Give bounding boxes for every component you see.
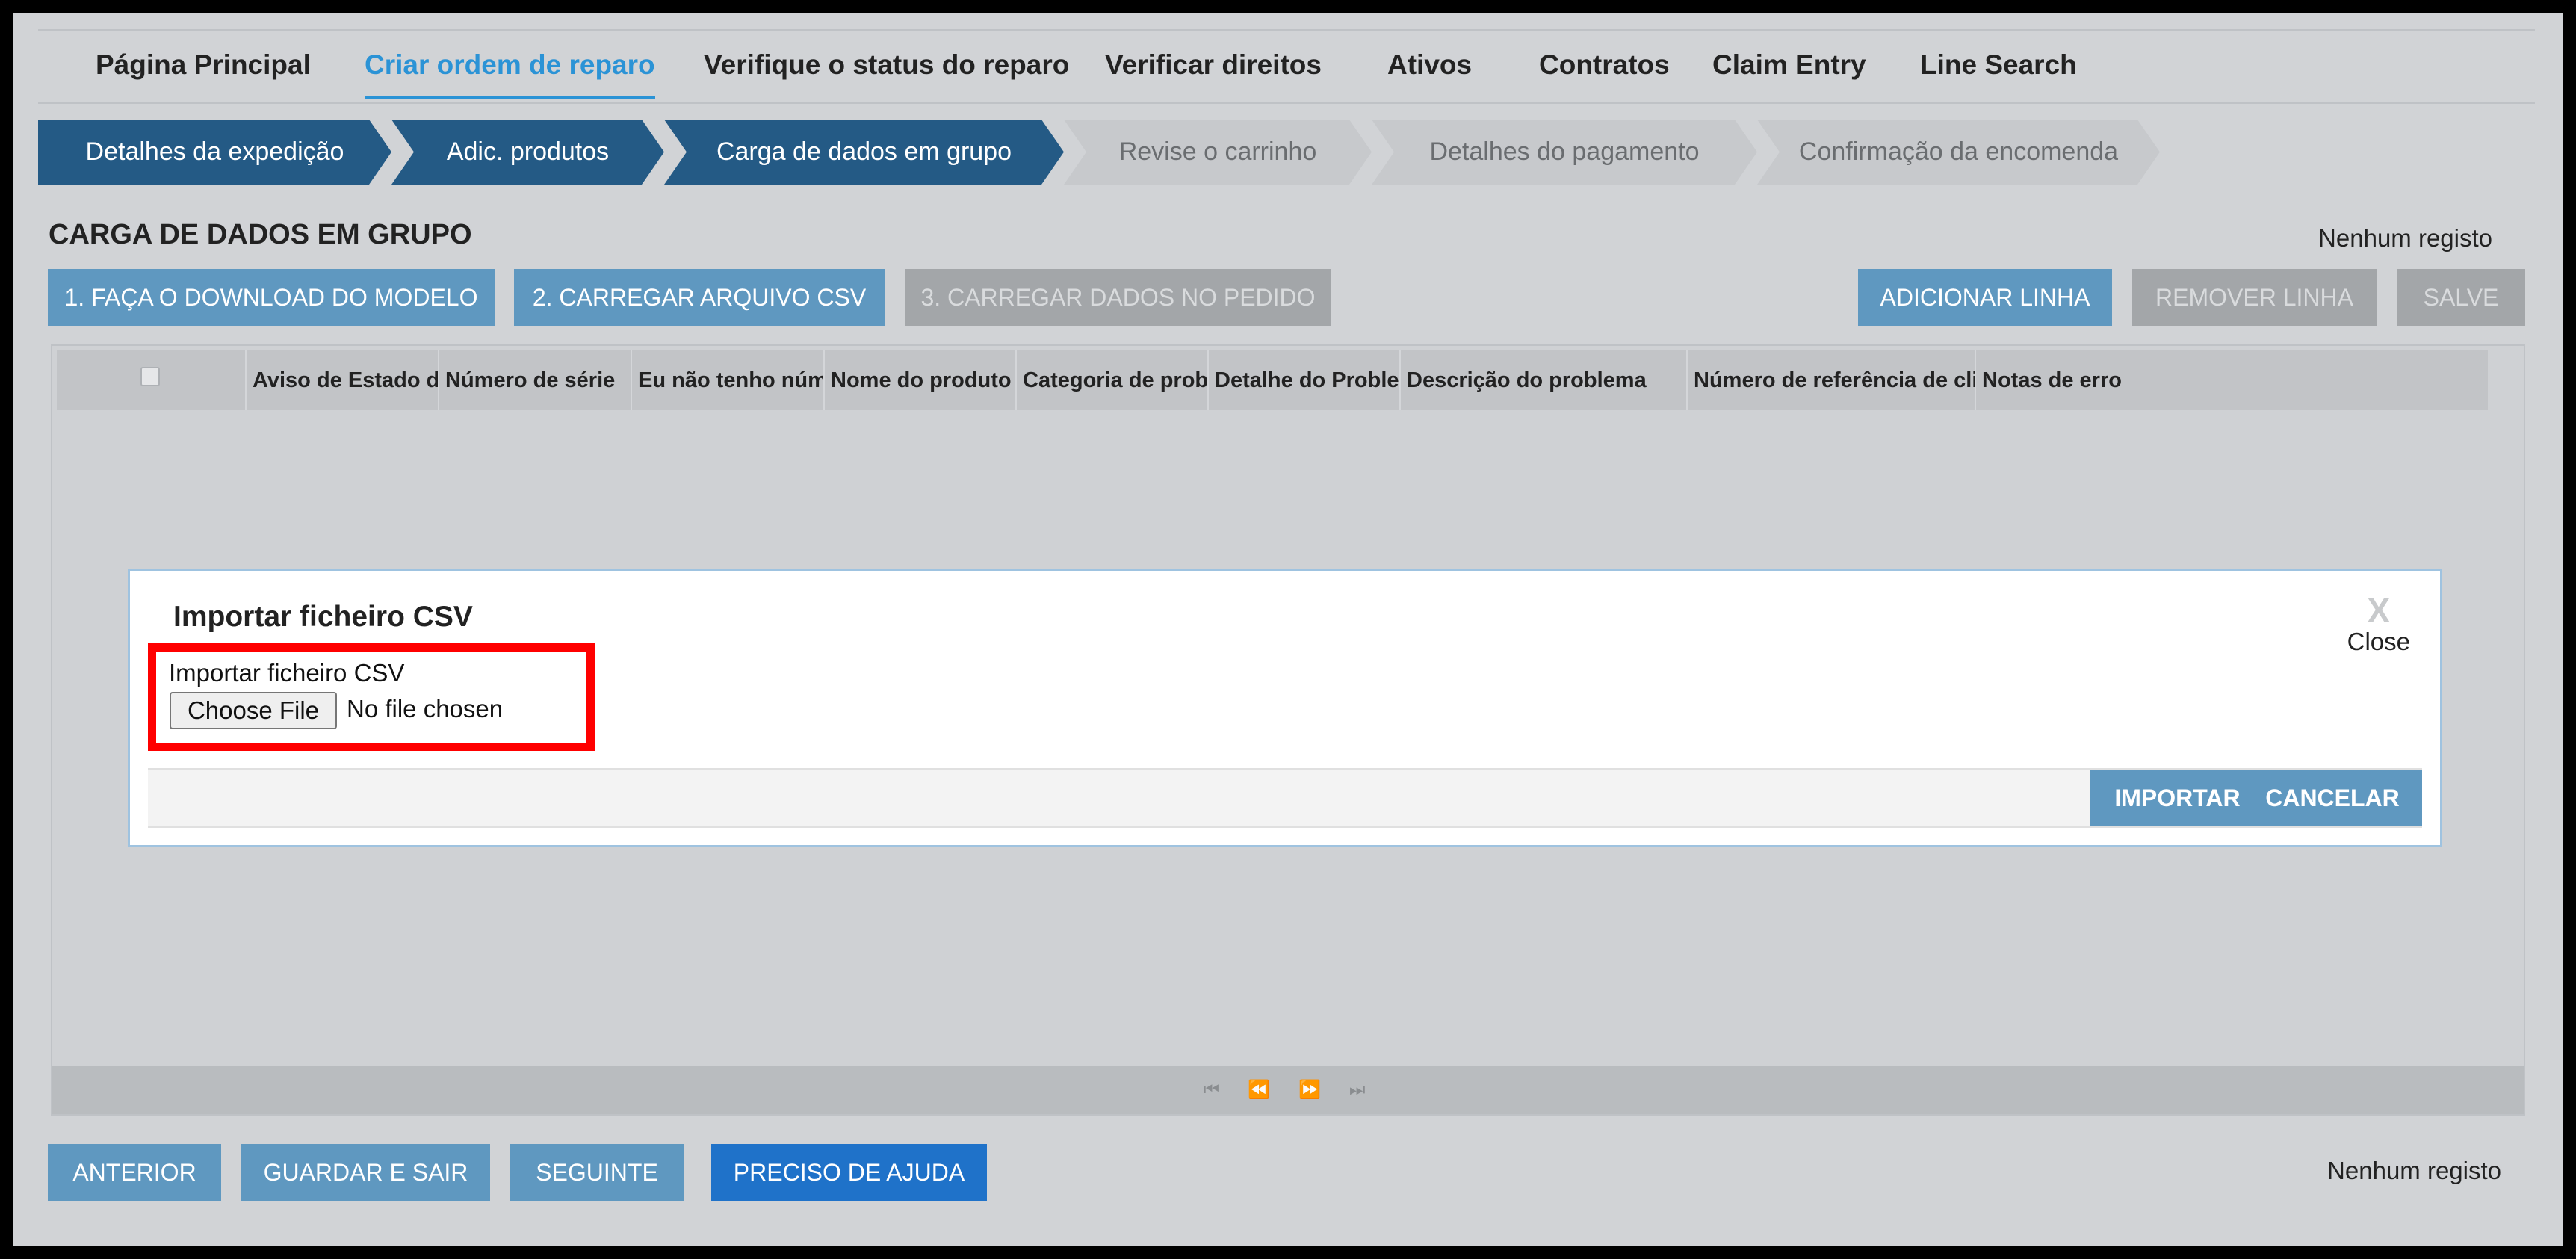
step-shipping-details[interactable]: Detalhes da expedição <box>38 120 391 185</box>
save-and-exit-button[interactable]: GUARDAR E SAIR <box>241 1144 490 1201</box>
load-data-button[interactable]: 3. CARREGAR DADOS NO PEDIDO <box>905 269 1331 326</box>
import-csv-dialog: Importar ficheiro CSV X Close Importar f… <box>128 569 2442 847</box>
last-page-icon[interactable]: ⏭ <box>1339 1080 1384 1100</box>
select-all-column <box>57 350 247 410</box>
column-header[interactable]: Número de referência de clie <box>1688 350 1976 410</box>
close-button[interactable]: X Close <box>2347 593 2410 656</box>
file-field-label: Importar ficheiro CSV <box>169 659 405 687</box>
upload-csv-button[interactable]: 2. CARREGAR ARQUIVO CSV <box>514 269 885 326</box>
prev-page-icon[interactable]: ⏪ <box>1237 1080 1288 1100</box>
close-icon[interactable]: X <box>2347 593 2410 628</box>
file-status-text: No file chosen <box>347 695 504 723</box>
grid-header: Aviso de Estado d Número de série Eu não… <box>57 350 2488 410</box>
add-line-button[interactable]: ADICIONAR LINHA <box>1858 269 2112 326</box>
column-header[interactable]: Aviso de Estado d <box>247 350 439 410</box>
page-title: CARGA DE DADOS EM GRUPO <box>49 219 472 250</box>
nav-check-repair-status[interactable]: Verifique o status do reparo <box>704 31 1069 99</box>
records-count-bottom: Nenhum registo <box>2327 1157 2501 1184</box>
cancel-button[interactable]: CANCELAR <box>2243 770 2422 826</box>
column-header[interactable]: Detalhe do Probler <box>1209 350 1401 410</box>
select-all-checkbox[interactable] <box>140 367 160 386</box>
main-nav: Página Principal Criar ordem de reparo V… <box>38 31 2535 104</box>
save-button[interactable]: SALVE <box>2397 269 2525 326</box>
choose-file-button[interactable]: Choose File <box>170 692 337 729</box>
import-button[interactable]: IMPORTAR <box>2090 770 2264 826</box>
first-page-icon[interactable]: ⏮ <box>1193 1080 1238 1100</box>
column-header[interactable]: Número de série <box>439 350 632 410</box>
remove-line-button[interactable]: REMOVER LINHA <box>2132 269 2377 326</box>
column-header[interactable]: Notas de erro <box>1976 350 2488 410</box>
previous-button[interactable]: ANTERIOR <box>48 1144 221 1201</box>
column-header[interactable]: Eu não tenho núm <box>632 350 825 410</box>
nav-contracts[interactable]: Contratos <box>1539 31 1670 99</box>
wizard-steps: Detalhes da expedição Adic. produtos Car… <box>38 120 2160 185</box>
next-page-icon[interactable]: ⏩ <box>1288 1080 1339 1100</box>
column-header[interactable]: Descrição do problema <box>1401 350 1688 410</box>
step-add-products[interactable]: Adic. produtos <box>391 120 664 185</box>
step-bulk-upload[interactable]: Carga de dados em grupo <box>664 120 1064 185</box>
download-template-button[interactable]: 1. FAÇA O DOWNLOAD DO MODELO <box>48 269 495 326</box>
nav-claim-entry[interactable]: Claim Entry <box>1712 31 1866 99</box>
nav-line-search[interactable]: Line Search <box>1920 31 2077 99</box>
column-header[interactable]: Nome do produto <box>825 350 1017 410</box>
nav-check-entitlements[interactable]: Verificar direitos <box>1105 31 1322 99</box>
dialog-title: Importar ficheiro CSV <box>173 601 473 633</box>
records-count-top: Nenhum registo <box>2318 224 2492 252</box>
app-window: Página Principal Criar ordem de reparo V… <box>13 13 2563 1246</box>
nav-home[interactable]: Página Principal <box>96 31 311 99</box>
step-payment-details: Detalhes do pagamento <box>1372 120 1757 185</box>
close-label[interactable]: Close <box>2347 628 2410 656</box>
step-review-cart: Revise o carrinho <box>1064 120 1372 185</box>
column-header[interactable]: Categoria de probl <box>1017 350 1209 410</box>
next-button[interactable]: SEGUINTE <box>510 1144 684 1201</box>
nav-create-repair-order[interactable]: Criar ordem de reparo <box>365 31 655 99</box>
dialog-footer: IMPORTAR CANCELAR <box>148 768 2422 828</box>
need-help-button[interactable]: PRECISO DE AJUDA <box>711 1144 987 1201</box>
nav-assets[interactable]: Ativos <box>1387 31 1472 99</box>
step-order-confirmation: Confirmação da encomenda <box>1757 120 2160 185</box>
grid-pager: ⏮ ⏪ ⏩ ⏭ <box>52 1066 2524 1114</box>
